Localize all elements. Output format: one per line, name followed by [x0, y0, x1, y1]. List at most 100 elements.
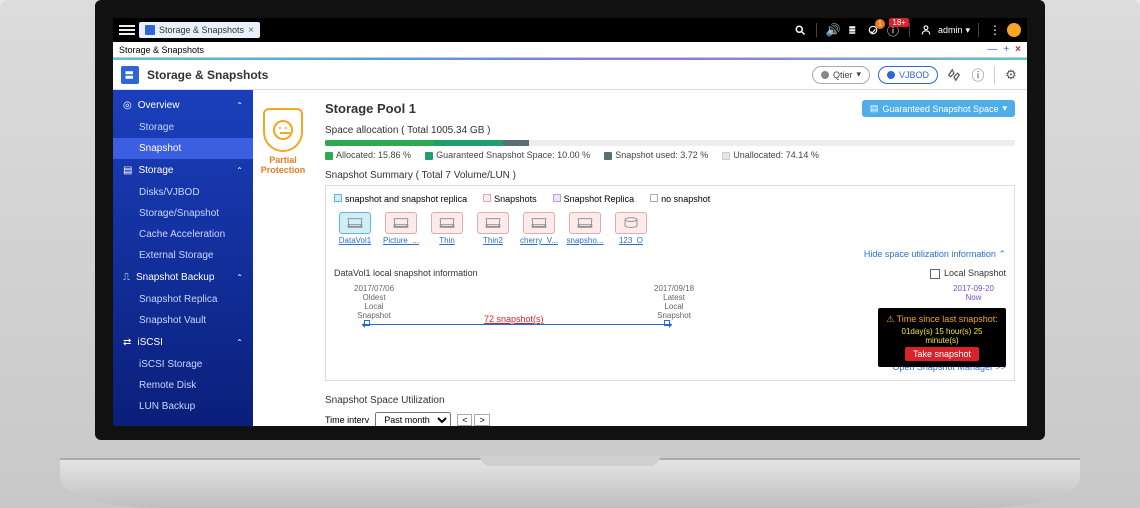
sidebar: ◎ Overview ⌃ Storage Snapshot ▤ Storage … [113, 90, 253, 426]
user-menu[interactable]: admin ▾ [938, 25, 970, 36]
volume-icon [477, 212, 509, 234]
volume-label: Thin [426, 236, 468, 245]
volume-picture[interactable]: Picture_... [380, 212, 422, 245]
settings-icon[interactable]: ⚙ [1003, 67, 1019, 83]
space-legend: Allocated: 15.86 % Guaranteed Snapshot S… [325, 150, 1015, 160]
volume-label: Picture_... [380, 236, 422, 245]
nav-sec-overview[interactable]: ◎ Overview ⌃ [113, 94, 253, 117]
qtier-icon [821, 71, 829, 79]
nav-item-lun[interactable]: LUN Backup [113, 396, 253, 417]
help-icon[interactable]: ⓘ [970, 67, 986, 83]
minimize-icon[interactable]: — [987, 44, 997, 55]
volume-123o[interactable]: 123_O [610, 212, 652, 245]
qtier-button[interactable]: Qtier ▾ [812, 66, 870, 84]
time-since-value: 01day(s) 15 hour(s) 25 minute(s) [886, 327, 998, 345]
panel-title: Storage & Snapshots [147, 68, 268, 82]
volume-icon [615, 212, 647, 234]
hide-utilization-link[interactable]: Hide space utilization information ⌃ [864, 249, 1006, 260]
space-alloc-bar [325, 140, 1015, 146]
local-snapshot-badge: Local Snapshot [930, 268, 1006, 279]
snapshot-info-title: DataVol1 local snapshot information [334, 268, 478, 278]
nav-item-storage-snapshot[interactable]: Storage/Snapshot [113, 203, 253, 224]
time-interval-select[interactable]: Past month [375, 412, 451, 426]
volume-label: snapsho... [564, 236, 606, 245]
volume-label: cherry_V... [518, 236, 560, 245]
oldest-snapshot-marker: 2017/07/06 Oldest Local Snapshot [354, 284, 394, 320]
volume-icon [431, 212, 463, 234]
nav-item-external[interactable]: External Storage [113, 245, 253, 266]
volume-snapsho[interactable]: snapsho... [564, 212, 606, 245]
summary-title: Snapshot Summary ( Total 7 Volume/LUN ) [325, 170, 1015, 181]
snapshot-space-icon: ▤ [870, 103, 879, 114]
latest-snapshot-marker: 2017/09/18 Latest Local Snapshot [654, 284, 694, 320]
guaranteed-space-button[interactable]: ▤ Guaranteed Snapshot Space ▾ [862, 100, 1015, 117]
space-alloc-title: Space allocation ( Total 1005.34 GB ) [325, 125, 1015, 136]
overview-icon: ◎ [123, 100, 132, 111]
volume-cherryv[interactable]: cherry_V... [518, 212, 560, 245]
chevron-up-icon: ⌃ [998, 249, 1006, 259]
chevron-up-icon: ⌃ [236, 166, 243, 175]
chevron-up-icon: ⌃ [236, 273, 243, 282]
pool-title: Storage Pool 1 [325, 101, 416, 116]
maximize-icon[interactable]: + [1003, 44, 1009, 55]
menu-icon[interactable] [119, 22, 135, 38]
nav-item-remote[interactable]: Remote Disk [113, 375, 253, 396]
chevron-up-icon: ⌃ [236, 338, 243, 347]
chevron-down-icon: ▾ [856, 69, 861, 80]
app-tab[interactable]: Storage & Snapshots × [139, 22, 260, 38]
volume-thin2[interactable]: Thin2 [472, 212, 514, 245]
nav-sec-iscsi[interactable]: ⇄ iSCSI ⌃ [113, 331, 253, 354]
nav-item-cache[interactable]: Cache Acceleration [113, 224, 253, 245]
nav-sec-storage[interactable]: ▤ Storage ⌃ [113, 159, 253, 182]
utilization-title: Snapshot Space Utilization [325, 395, 1015, 406]
close-icon[interactable]: × [248, 25, 254, 36]
warning-label: Time since last snapshot: [886, 314, 998, 325]
alert-badge: 18+ [889, 18, 909, 27]
alert-icon[interactable]: ⓘ 18+ [885, 22, 901, 38]
volume-label: Thin2 [472, 236, 514, 245]
nav-item-replica[interactable]: Snapshot Replica [113, 289, 253, 310]
volume-label: 123_O [610, 236, 652, 245]
volume-label: DataVol1 [334, 236, 376, 245]
nav-item-storage[interactable]: Storage [113, 117, 253, 138]
storage-app-icon [121, 66, 139, 84]
volume-thin[interactable]: Thin [426, 212, 468, 245]
more-icon[interactable]: ⋮ [987, 22, 1003, 38]
protection-label: PartialProtection [255, 156, 311, 176]
nav-sec-snapshot-backup[interactable]: ⎍ Snapshot Backup ⌃ [113, 266, 253, 289]
next-interval-button[interactable]: > [474, 414, 489, 426]
volume-datavol1[interactable]: DataVol1 [334, 212, 376, 245]
now-marker: 2017-09-20 Now [953, 284, 994, 302]
chevron-down-icon: ▾ [1002, 103, 1007, 114]
tools-icon[interactable] [946, 67, 962, 83]
time-interval-label: Time interv [325, 415, 369, 425]
nav-item-snapshot[interactable]: Snapshot [113, 138, 253, 159]
summary-legend: snapshot and snapshot replica Snapshots … [334, 194, 1006, 204]
notification-icon[interactable]: 1 [865, 22, 881, 38]
nav-item-disks[interactable]: Disks/VJBOD [113, 182, 253, 203]
devices-icon[interactable] [845, 22, 861, 38]
protection-shield-icon [263, 108, 303, 152]
take-snapshot-button[interactable]: Take snapshot [905, 347, 979, 361]
prev-interval-button[interactable]: < [457, 414, 472, 426]
search-icon[interactable] [792, 22, 808, 38]
nav-item-vault[interactable]: Snapshot Vault [113, 310, 253, 331]
vjbod-button[interactable]: VJBOD [878, 66, 938, 84]
storage-icon: ▤ [123, 165, 132, 176]
volume-icon[interactable]: 🔊 [825, 22, 841, 38]
close-window-icon[interactable]: × [1015, 44, 1021, 55]
snapshot-timeline: 2017/07/06 Oldest Local Snapshot 2017/09… [334, 284, 1006, 354]
volume-icon [523, 212, 555, 234]
notification-badge: 1 [875, 19, 885, 29]
dashboard-icon[interactable] [1007, 23, 1021, 37]
user-icon[interactable] [918, 22, 934, 38]
snapshot-count-link[interactable]: 72 snapshot(s) [484, 314, 544, 324]
nav-item-iscsi-storage[interactable]: iSCSI Storage [113, 354, 253, 375]
time-since-snapshot-box: Time since last snapshot: 01day(s) 15 ho… [878, 308, 1006, 367]
vjbod-icon [887, 71, 895, 79]
backup-icon: ⎍ [123, 272, 130, 283]
chevron-up-icon: ⌃ [236, 101, 243, 110]
chevron-down-icon: ▾ [965, 25, 970, 36]
app-icon [145, 25, 155, 35]
volume-icon [385, 212, 417, 234]
